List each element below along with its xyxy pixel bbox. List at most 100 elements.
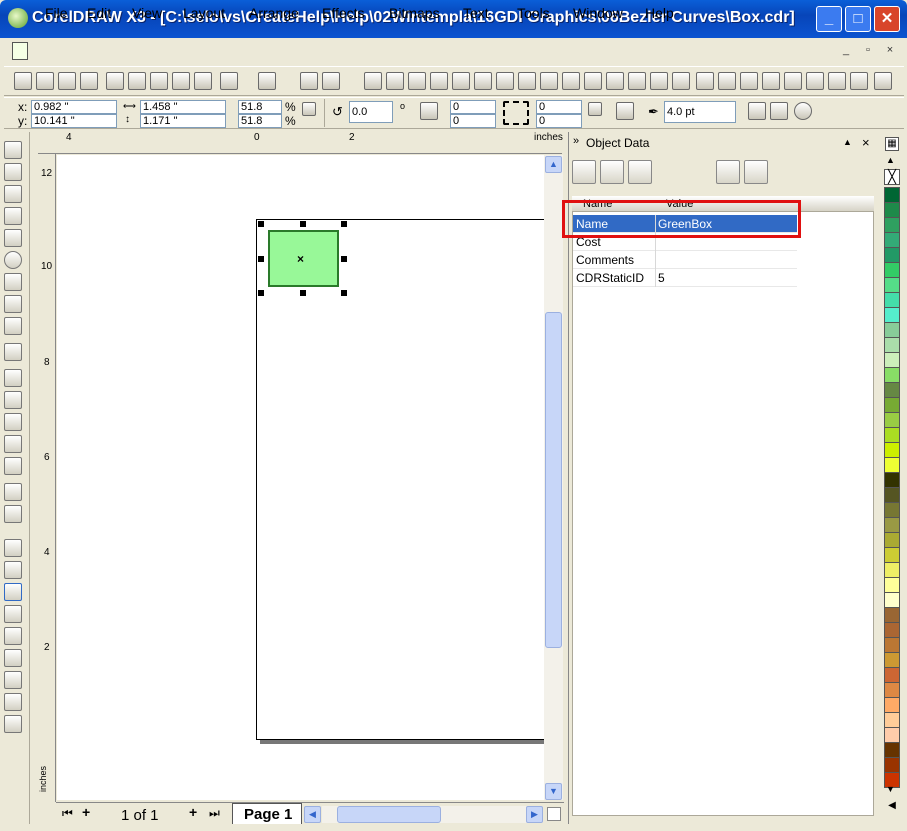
minimize-button[interactable]: _ [816,6,842,32]
width-field[interactable]: 1.458 " [140,100,226,114]
color-swatch[interactable] [884,697,900,713]
docker-close-icon[interactable]: × [862,135,870,150]
spreadsheet-icon[interactable] [600,160,624,184]
color-swatch[interactable] [884,637,900,653]
front-minus-back-icon[interactable] [540,72,558,90]
color-swatch[interactable] [884,292,900,308]
color-swatch[interactable] [884,562,900,578]
envelope-icon[interactable] [650,72,668,90]
selection-handle[interactable] [341,221,347,227]
vertical-scroll-thumb[interactable] [545,312,562,648]
text-tool-icon[interactable] [4,317,22,335]
vertical-ruler[interactable] [38,154,56,802]
corner-bottom-left-field[interactable]: 0 [450,114,496,128]
scale-y-field[interactable]: 51.8 [238,114,282,128]
mdi-close-button[interactable]: × [882,44,898,60]
menu-edit[interactable]: Edit [87,5,111,21]
menu-help[interactable]: Help [645,5,674,21]
color-swatch[interactable] [884,367,900,383]
color-swatch[interactable] [884,727,900,743]
color-swatch[interactable] [884,577,900,593]
add-page-before-icon[interactable]: + [82,804,90,820]
paste-icon[interactable] [172,72,190,90]
scroll-down-button[interactable]: ▼ [545,783,562,800]
color-swatch[interactable] [884,457,900,473]
color-swatch[interactable] [884,397,900,413]
menu-effects[interactable]: Effects [322,5,365,21]
wrap-text-icon[interactable] [616,102,634,120]
palette-scroll-up-icon[interactable]: ▲ [886,155,895,165]
effect-icon[interactable] [408,72,426,90]
printer-icon[interactable] [850,72,868,90]
menu-window[interactable]: Window [573,5,623,21]
save-icon[interactable] [58,72,76,90]
outline-tool-icon[interactable] [4,391,22,409]
print-icon[interactable] [80,72,98,90]
color-swatch[interactable] [884,502,900,518]
docker-collapse-icon[interactable]: » [573,135,579,147]
magic-tool-icon[interactable] [4,605,22,623]
color-swatch[interactable] [884,442,900,458]
rectangle-tool-icon[interactable] [4,229,22,247]
color-swatch[interactable] [884,607,900,623]
menu-tools[interactable]: Tools [517,5,550,21]
color-swatch[interactable] [884,547,900,563]
color-swatch[interactable] [884,232,900,248]
undo-icon[interactable] [220,72,238,90]
table-row[interactable]: Comments [573,251,797,269]
menu-layout[interactable]: Layout [183,5,225,21]
outline-width-dropdown[interactable]: 4.0 pt [664,101,736,123]
dashboard-icon[interactable] [828,72,846,90]
export-icon[interactable] [322,72,340,90]
corner-bottom-right-field[interactable]: 0 [536,114,582,128]
shape-tool-icon[interactable] [4,163,22,181]
convert-to-curves-icon[interactable] [794,102,812,120]
color-swatch[interactable] [884,352,900,368]
round-corners-icon[interactable] [503,101,529,125]
selection-handle[interactable] [300,221,306,227]
selection-handle[interactable] [258,221,264,227]
document-icon[interactable] [12,42,28,60]
ellipse-tool-icon[interactable] [4,251,22,269]
color-swatch[interactable] [884,247,900,263]
close-button[interactable]: ✕ [874,6,900,32]
table-row[interactable]: CDRStaticID 5 [573,269,797,287]
mesh-fill-tool-icon[interactable] [4,505,22,523]
corner-top-left-field[interactable]: 0 [450,100,496,114]
import-icon[interactable] [300,72,318,90]
field-value[interactable]: 5 [658,271,665,285]
contour-icon[interactable] [606,72,624,90]
superscript-icon[interactable] [4,539,22,557]
scale-x-field[interactable]: 51.8 [238,100,282,114]
corner-lock-icon[interactable] [588,102,602,116]
color-swatch[interactable] [884,427,900,443]
freehand-tool-icon[interactable] [4,207,22,225]
lens-icon[interactable] [740,72,758,90]
selection-handle[interactable] [258,256,264,262]
maximize-button[interactable]: □ [845,6,871,32]
menu-arrange[interactable]: Arrange [249,5,299,21]
color-swatch[interactable] [884,472,900,488]
color-swatch[interactable] [884,667,900,683]
color-swatch[interactable] [884,307,900,323]
rotation-angle-field[interactable]: 0.0 [349,101,393,123]
color-swatch[interactable] [884,382,900,398]
zoom-out-icon[interactable] [4,649,22,667]
palette-menu-icon[interactable]: ▦ [885,137,899,151]
color-swatch[interactable] [884,742,900,758]
copy-icon[interactable] [128,72,146,90]
tab-page-1[interactable]: Page 1 [232,803,302,824]
field-editor-icon[interactable] [572,160,596,184]
mirror-icon[interactable] [420,102,438,120]
navigator-button[interactable] [547,807,561,821]
transparency-icon[interactable] [718,72,736,90]
polygon-tool-icon[interactable] [4,273,22,291]
menu-view[interactable]: View [132,5,162,21]
weld-icon[interactable] [430,72,448,90]
horizontal-scroll-thumb[interactable] [337,806,441,823]
zoom-tool-icon[interactable] [4,185,22,203]
table-tool-icon[interactable] [4,583,22,601]
color-swatch[interactable] [884,322,900,338]
palette-expand-icon[interactable]: ◀ [884,800,900,816]
selection-handle[interactable] [341,256,347,262]
